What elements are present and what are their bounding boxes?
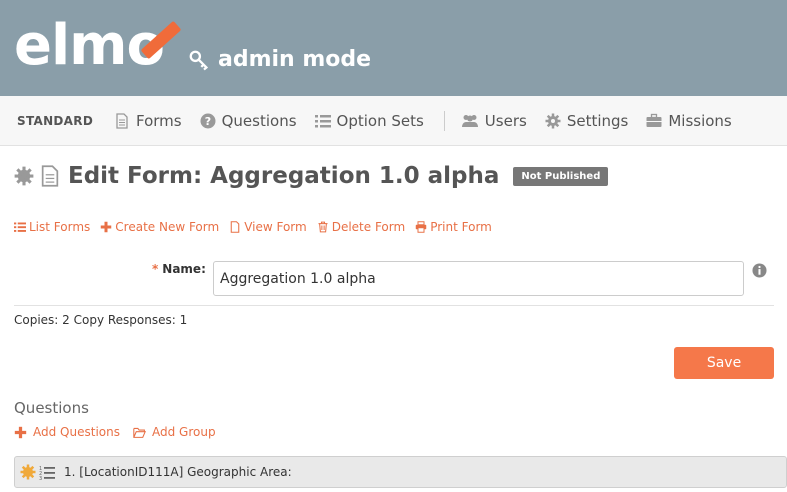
- select-list-icon: 123: [39, 466, 55, 480]
- divider: [14, 305, 774, 306]
- name-field[interactable]: [213, 261, 744, 296]
- questions-heading: Questions: [14, 399, 89, 417]
- nav-item-forms[interactable]: Forms: [114, 112, 182, 130]
- add-questions-link[interactable]: Add Questions: [14, 425, 120, 439]
- nav-item-label: Forms: [136, 111, 182, 130]
- delete-form-link[interactable]: Delete Form: [317, 220, 405, 234]
- users-icon: [461, 114, 478, 127]
- svg-text:?: ?: [204, 115, 210, 128]
- file-icon: [230, 221, 240, 233]
- gear-status-icon: [14, 166, 34, 186]
- gear-status-icon: [20, 464, 36, 480]
- file-icon: [116, 112, 128, 129]
- action-label: Create New Form: [115, 220, 220, 234]
- name-label: * Name:: [152, 262, 206, 276]
- question-row[interactable]: 123 1. [LocationID111A] Geographic Area:: [14, 456, 787, 488]
- action-label: View Form: [244, 220, 307, 234]
- nav-item-option-sets[interactable]: Option Sets: [314, 111, 424, 130]
- nav-item-users[interactable]: Users: [461, 112, 527, 130]
- plus-icon: [101, 221, 112, 233]
- nav-divider: [443, 110, 445, 131]
- plus-icon: [14, 426, 27, 438]
- nav-item-label: Missions: [668, 111, 732, 130]
- nav-item-label: Users: [484, 111, 527, 130]
- admin-mode-label: admin mode: [218, 47, 372, 72]
- gear-icon: [545, 113, 561, 128]
- name-label-text: Name:: [162, 262, 206, 276]
- print-form-link[interactable]: Print Form: [415, 220, 492, 234]
- admin-mode-indicator: admin mode: [188, 45, 371, 75]
- nav-item-settings[interactable]: Settings: [545, 111, 629, 130]
- question-circle-icon: ?: [200, 113, 216, 128]
- print-icon: [415, 221, 427, 233]
- svg-text:3: 3: [39, 476, 42, 480]
- main-nav: STANDARD Forms ? Questions Option Sets U…: [0, 96, 787, 146]
- nav-item-label: Questions: [221, 111, 297, 130]
- page-title: Edit Form: Aggregation 1.0 alpha: [68, 163, 500, 189]
- questions-actions: Add Questions Add Group: [14, 425, 229, 439]
- elmo-logo[interactable]: elmo: [14, 14, 165, 78]
- briefcase-icon: [646, 113, 662, 127]
- list-icon: [14, 222, 26, 232]
- mission-selector[interactable]: STANDARD: [17, 114, 114, 128]
- status-badge: Not Published: [513, 166, 609, 186]
- add-group-link[interactable]: Add Group: [133, 425, 216, 439]
- action-label: List Forms: [29, 220, 91, 234]
- nav-item-questions[interactable]: ? Questions: [200, 112, 297, 130]
- list-icon: [314, 114, 331, 127]
- info-icon[interactable]: [752, 263, 767, 278]
- save-button[interactable]: Save: [674, 347, 774, 379]
- copies-info: Copies: 2 Copy Responses: 1: [14, 313, 188, 327]
- trash-icon: [318, 221, 328, 233]
- key-icon: [189, 50, 209, 71]
- create-new-form-link[interactable]: Create New Form: [100, 220, 219, 234]
- folder-open-icon: [133, 427, 146, 438]
- app-header: elmo admin mode: [0, 0, 787, 96]
- nav-item-label: Option Sets: [336, 111, 424, 130]
- add-group-label: Add Group: [151, 425, 216, 439]
- question-text: 1. [LocationID111A] Geographic Area:: [64, 465, 292, 479]
- add-questions-label: Add Questions: [33, 425, 120, 439]
- view-form-link[interactable]: View Form: [229, 220, 307, 234]
- page-title-row: Edit Form: Aggregation 1.0 alpha Not Pub…: [14, 163, 609, 189]
- form-document-icon: [41, 165, 59, 187]
- list-forms-link[interactable]: List Forms: [14, 220, 90, 234]
- action-label: Delete Form: [331, 220, 406, 234]
- action-label: Print Form: [430, 220, 492, 234]
- nav-item-missions[interactable]: Missions: [646, 111, 732, 130]
- nav-item-label: Settings: [566, 111, 629, 130]
- form-actions: List Forms Create New Form View Form Del…: [14, 220, 502, 234]
- required-marker: *: [152, 262, 159, 276]
